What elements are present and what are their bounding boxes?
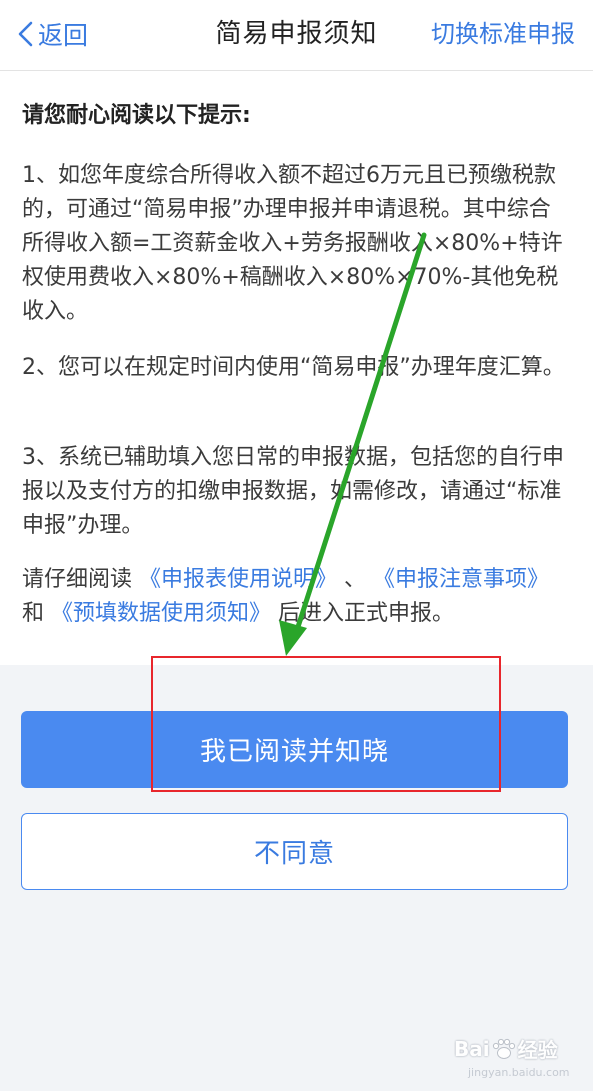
- read-suffix: 后进入正式申报。: [278, 601, 455, 626]
- baidu-jingyan-watermark: Bai 经验: [454, 1034, 558, 1063]
- reading-instructions: 请仔细阅读 《申报表使用说明》 、 《申报注意事项》 和 《预填数据使用须知》 …: [22, 563, 570, 631]
- declaration-form-guide-link[interactable]: 《申报表使用说明》: [139, 567, 337, 592]
- declaration-notes-link[interactable]: 《申报注意事项》: [373, 567, 549, 592]
- prefill-data-notice-link[interactable]: 《预填数据使用须知》: [51, 601, 271, 626]
- notice-item-3: 3、系统已辅助填入您日常的申报数据，包括您的自行申报以及支付方的扣缴申报数据，如…: [22, 445, 564, 538]
- notice-item-1: 1、如您年度综合所得收入额不超过6万元且已预缴税款的，可通过“简易申报”办理申报…: [22, 163, 563, 324]
- chevron-left-icon: [18, 21, 33, 47]
- separator-and: 和: [22, 601, 45, 626]
- watermark-url: jingyan.baidu.com: [468, 1066, 570, 1079]
- back-label[interactable]: 返回: [38, 16, 88, 52]
- notice-item-2: 2、您可以在规定时间内使用“简易申报”办理年度汇算。: [22, 355, 565, 380]
- watermark-brand-left: Bai: [454, 1036, 490, 1061]
- back-button[interactable]: 返回: [16, 16, 88, 52]
- confirm-read-button[interactable]: 我已阅读并知晓: [21, 711, 568, 788]
- read-prefix: 请仔细阅读: [22, 567, 133, 592]
- paw-icon: [492, 1038, 515, 1059]
- notice-panel: 请您耐心阅读以下提示: 1、如您年度综合所得收入额不超过6万元且已预缴税款的，可…: [0, 71, 593, 665]
- watermark-brand-right: 经验: [517, 1038, 558, 1062]
- disagree-button[interactable]: 不同意: [21, 813, 568, 890]
- navbar: 返回 简易申报须知 切换标准申报: [0, 0, 593, 71]
- separator-comma: 、: [344, 567, 367, 592]
- notice-heading: 请您耐心阅读以下提示:: [22, 103, 251, 128]
- switch-standard-declaration-link[interactable]: 切换标准申报: [431, 16, 575, 52]
